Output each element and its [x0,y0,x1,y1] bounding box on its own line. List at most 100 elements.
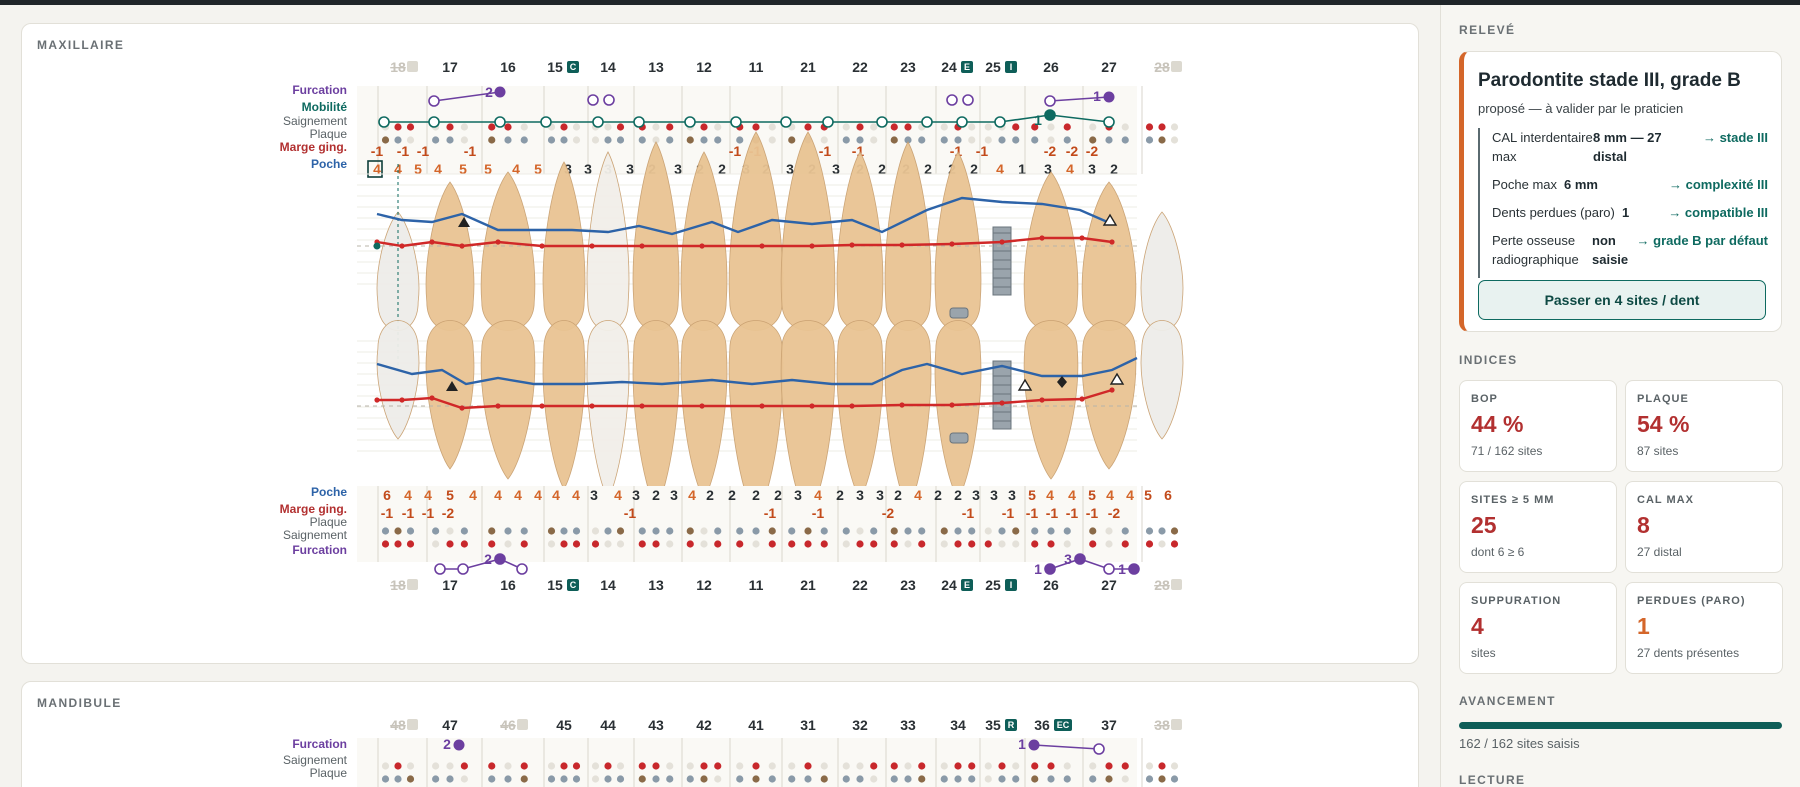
tooth-badge-text: R [1008,720,1015,730]
marge-value: -1 [402,505,415,521]
bleeding-dot [714,762,722,770]
plaque-dot [820,527,828,535]
pocket-value: 3 [1088,161,1096,177]
plaque-dot [686,775,694,783]
index-card-sites[interactable]: SITES ≥ 5 MM 25 dont 6 ≥ 6 [1459,481,1617,573]
cursor-point [373,242,381,250]
plaque-dot [1012,527,1020,535]
tooth-badge-text: I [1010,62,1013,72]
bleeding-dot [504,762,512,770]
pocket-value: 5 [1028,487,1036,503]
releve-title: RELEVÉ [1459,23,1516,37]
tooth-number: 21 [800,577,816,593]
tooth-shape [425,320,475,470]
marge-value: -1 [381,505,394,521]
plaque-dot [572,527,581,535]
plaque-dot [666,775,674,783]
pocket-value: 3 [590,487,598,503]
index-card-perdues[interactable]: PERDUES (PARO) 1 27 dents présentes [1625,582,1783,674]
pocket-value: 2 [934,487,942,503]
plaque-dot [890,527,898,535]
plaque-dot [984,527,992,535]
bleeding-dot [460,762,468,770]
restoration-marker [949,307,969,319]
index-card-plaque[interactable]: PLAQUE 54 % 87 sites [1625,380,1783,472]
plaque-dot [1121,775,1129,783]
mandibule-chart[interactable]: Furcation SaignementPlaque 48 47 46 45 44 43 42 4… [22,682,1420,787]
pocket-value: 6 [1164,487,1172,503]
plaque-dot [1170,136,1179,144]
tooth-number: 16 [500,577,516,593]
bleeding-dot [998,540,1006,548]
index-card-suppuration[interactable]: SUPPURATION 4 sites [1459,582,1617,674]
pocket-value: 4 [404,487,412,503]
plaque-dot [984,775,992,783]
pocket-value: 2 [954,487,962,503]
tooth-number: 13 [648,577,664,593]
plaque-dot [1145,136,1154,144]
plaque-dot [504,527,512,535]
tooth-number: 26 [1043,577,1059,593]
bleeding-dot [1121,762,1129,770]
index-label: CAL MAX [1637,494,1694,506]
bleeding-dot [1063,123,1071,131]
tooth-number: 43 [648,717,664,733]
plaque-dot [1031,136,1039,144]
plaque-dot [918,775,926,783]
tooth-number: 46 [500,717,516,733]
index-value: 8 [1637,512,1650,538]
furcation-marker [1103,91,1115,103]
criterion-value: 1 [1622,205,1630,220]
gingival-margin-point [849,242,855,248]
plaque-dot [842,527,850,535]
furcation-marker [428,95,440,107]
bleeding-dot [446,123,454,131]
bleeding-dot [856,762,864,770]
mobility-marker [684,116,696,128]
bleeding-dot [736,540,744,548]
furcation-marker [457,563,469,575]
row-label-mobilite: Mobilité [302,100,348,114]
plaque-dot [1012,775,1020,783]
tooth-number: 21 [800,59,816,75]
pocket-value: 4 [996,161,1004,177]
gingival-margin-point [849,403,855,409]
missing-badge [1171,579,1182,590]
bleeding-dot [432,540,440,548]
bleeding-dot [804,123,812,131]
pocket-value: 4 [469,487,477,503]
tooth-number: 38 [1154,717,1170,733]
index-label: SITES ≥ 5 MM [1471,494,1555,506]
index-card-bop[interactable]: BOP 44 % 71 / 162 sites [1459,380,1617,472]
bleeding-dot [904,123,912,131]
gingival-margin-point [949,241,955,247]
bleeding-dot [954,540,962,548]
marge-value: -1 [422,505,435,521]
bleeding-dot [1145,540,1154,548]
marge-value: -2 [1108,505,1121,521]
row-label-plaque: Plaque [310,127,348,141]
sidebar: RELEVÉ Parodontite stade III, grade B pr… [1440,5,1800,787]
plaque-dot [638,136,646,144]
gingival-margin-point [999,239,1005,245]
bleeding-dot [406,540,415,548]
furcation-value: 2 [443,736,451,752]
mobility-marker [378,116,390,128]
index-card-cal[interactable]: CAL MAX 8 27 distal [1625,481,1783,573]
furcation-marker [1103,563,1115,575]
row-label-furcation: Furcation [292,737,347,751]
plaque-dot [381,527,390,535]
furcation-value: 1 [1093,88,1101,104]
tooth-shape [542,320,586,490]
tooth-number: 15 [547,577,563,593]
pocket-value: 3 [876,487,884,503]
bleeding-dot [394,762,402,770]
switch-4-sites-button[interactable]: Passer en 4 sites / dent [1478,280,1766,320]
furcation-value: 3 [1064,551,1072,567]
marge-value: -1 [1026,505,1039,521]
furcation-marker [946,94,958,106]
plaque-dot [1105,775,1113,783]
maxillaire-chart[interactable]: FurcationMobilitéSaignementPlaqueMarge g… [22,24,1420,665]
bleeding-dot [666,123,674,131]
furcation-marker [434,563,446,575]
